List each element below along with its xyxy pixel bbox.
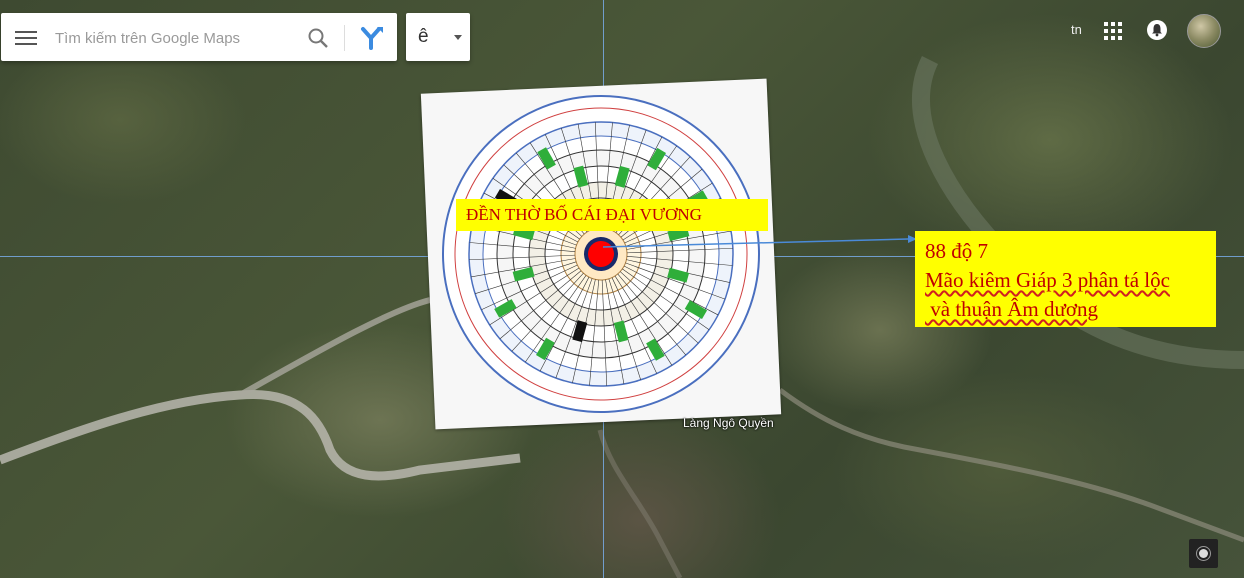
my-location-button[interactable] [1189, 539, 1218, 568]
search-divider [344, 25, 345, 51]
search-icon[interactable] [305, 25, 331, 51]
direction-arrow [603, 235, 917, 248]
chevron-down-icon [454, 35, 462, 40]
search-box [1, 13, 397, 61]
luopan-compass-icon [442, 95, 760, 413]
compass-overlay [420, 78, 782, 430]
language-text[interactable]: tn [1071, 22, 1082, 37]
bearing-info-box: 88 độ 7 Mão kiêm Giáp 3 phân tá lộc và t… [915, 231, 1216, 327]
input-tool-button[interactable]: ê [406, 13, 470, 61]
apps-grid-icon[interactable] [1104, 22, 1122, 40]
location-icon [1199, 549, 1208, 558]
notifications-bell-icon[interactable] [1147, 20, 1167, 40]
search-input[interactable] [53, 25, 297, 51]
place-label[interactable]: Làng Ngô Quyền [683, 416, 774, 430]
bearing-description: Mão kiêm Giáp 3 phân tá lộc [925, 268, 1170, 292]
bearing-degrees: 88 độ 7 [925, 239, 988, 263]
bearing-note: và thuận Âm dương [925, 297, 1098, 321]
directions-icon[interactable] [357, 25, 387, 51]
avatar[interactable] [1187, 14, 1221, 48]
menu-icon[interactable] [15, 27, 37, 47]
input-tool-label: ê [418, 26, 429, 47]
temple-label: ĐỀN THỜ BỐ CÁI ĐẠI VƯƠNG [456, 199, 768, 231]
